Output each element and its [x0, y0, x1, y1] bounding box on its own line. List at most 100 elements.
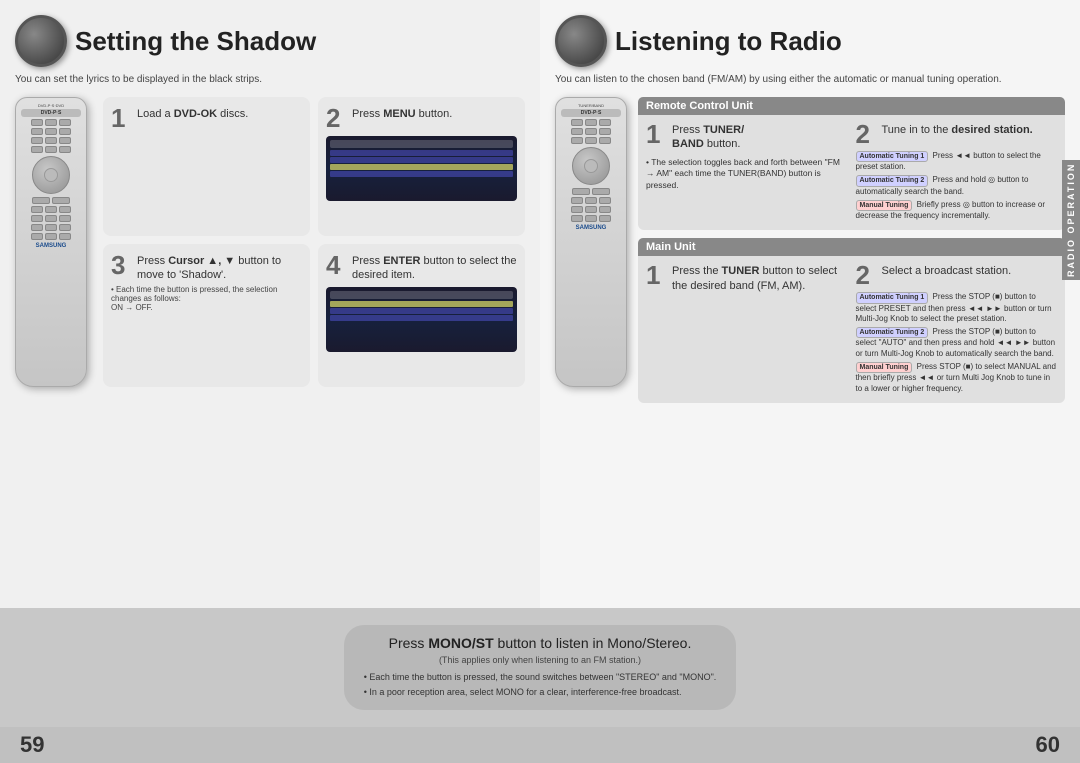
section-icon-left: [15, 15, 67, 67]
rd-btn-row-2: [21, 128, 81, 135]
rcu-step1-area: 1 Press TUNER/BAND button. The selection…: [646, 121, 848, 224]
samsung-logo: SAMSUNG: [21, 243, 81, 249]
left-steps-area: 1 Load a DVD-OK discs. 2 Press MENU butt…: [103, 97, 525, 387]
rd-btn-row-6: [21, 206, 81, 213]
main-manual-label: Manual Tuning: [856, 362, 913, 373]
samsung-logo-r: SAMSUNG: [561, 225, 621, 231]
mono-bullet-1: Each time the button is pressed, the sou…: [364, 671, 717, 684]
mu-step2-area: 2 Select a broadcast station. Automatic …: [856, 262, 1058, 397]
menu-bar-1: [330, 140, 513, 148]
section-subtitle-right: You can listen to the chosen band (FM/AM…: [555, 73, 1065, 87]
rd-btn-17: [59, 206, 71, 213]
rd-btn-14: [52, 197, 70, 204]
rd-r-btn-4: [571, 128, 583, 135]
rd-btn-23: [59, 224, 71, 231]
rd-r-btn-17: [599, 206, 611, 213]
step1-label: Load a DVD-OK discs.: [137, 107, 248, 121]
rd-btn-24: [31, 233, 43, 240]
rd-btn-8: [45, 137, 57, 144]
rd-btn-10: [31, 146, 43, 153]
radio-operation-sidebar: RADIO OPERATION: [1062, 160, 1080, 280]
main-auto2-label: Automatic Tuning 2: [856, 327, 929, 338]
rcu-step2-area: 2 Tune in to the desired station. Automa…: [856, 121, 1058, 224]
rd-r-nav-circle: [572, 147, 610, 185]
rd-r-btn-18: [571, 215, 583, 222]
rcu-step1-label: Press TUNER/BAND button.: [672, 123, 744, 152]
rcu-step1-num: 1: [646, 121, 668, 147]
main-auto1: Automatic Tuning 1 Press the STOP (■) bu…: [856, 292, 1058, 324]
bottom-section: Press MONO/ST button to listen in Mono/S…: [0, 608, 1080, 763]
left-step-3: 3 Press Cursor ▲, ▼ button to move to 'S…: [103, 244, 310, 387]
rcu-bullet: The selection toggles back and forth bet…: [646, 157, 848, 193]
step1-inline: 1 Load a DVD-OK discs.: [111, 105, 302, 131]
main-manual: Manual Tuning Press STOP (■) to select M…: [856, 362, 1058, 394]
menu-item-1: [330, 150, 513, 156]
rd-r-btn-14: [599, 197, 611, 204]
rd-btn-row-7: [21, 215, 81, 222]
main-unit-panel: Main Unit 1 Press the TUNER button to se…: [638, 238, 1065, 403]
page-number-left: 59: [20, 732, 44, 758]
rd-nav-circle: [32, 156, 70, 194]
remote-unit-content: 1 Press TUNER/BAND button. The selection…: [638, 115, 1065, 230]
left-remote-container: DVD-P·S·DVD DVD-P·S: [15, 97, 95, 387]
manual-label: Manual Tuning: [856, 200, 913, 211]
step3-label: Press Cursor ▲, ▼ button to move to 'Sha…: [137, 254, 302, 283]
left-step-1: 1 Load a DVD-OK discs.: [103, 97, 310, 236]
rd-btn-20: [59, 215, 71, 222]
mu-step1-num: 1: [646, 262, 668, 288]
rd-btn-5: [45, 128, 57, 135]
rd-btn-7: [31, 137, 43, 144]
rd-dvd-logo: DVD-P·S: [21, 109, 81, 117]
step1-number: 1: [111, 105, 133, 131]
mu-step2-num: 2: [856, 262, 878, 288]
step4-screen: [326, 287, 517, 352]
rd-r-btn-15: [571, 206, 583, 213]
rd-btn-1: [31, 119, 43, 126]
step4-inline: 4 Press ENTER button to select the desir…: [326, 252, 517, 283]
mono-bullet-2: In a poor reception area, select MONO fo…: [364, 686, 717, 699]
mu-step1: 1 Press the TUNER button to select the d…: [646, 262, 848, 293]
step4-number: 4: [326, 252, 348, 278]
section-title-right: Listening to Radio: [615, 26, 842, 57]
mono-st-prefix: Press: [389, 635, 429, 651]
rcu-step2-label: Tune in to the desired station.: [882, 123, 1033, 137]
rd-r-btn-2: [585, 119, 597, 126]
auto-tuning-2: Automatic Tuning 2 Press and hold ◎ butt…: [856, 175, 1058, 196]
menu-item-7: [330, 315, 513, 321]
step2-screen-mockup: [326, 136, 517, 201]
rd-btn-9: [59, 137, 71, 144]
radio-op-text: RADIO OPERATION: [1066, 163, 1076, 277]
rd-r-row6: [561, 206, 621, 213]
rd-r-btn-20: [599, 215, 611, 222]
mu-step1-area: 1 Press the TUNER button to select the d…: [646, 262, 848, 397]
rd-btn-25: [45, 233, 57, 240]
section-subtitle-left: You can set the lyrics to be displayed i…: [15, 73, 525, 87]
step3-number: 3: [111, 252, 133, 278]
rd-btn-26: [59, 233, 71, 240]
menu-item-4: [330, 171, 513, 177]
step3-inline: 3 Press Cursor ▲, ▼ button to move to 'S…: [111, 252, 302, 283]
rd-btn-12: [59, 146, 71, 153]
section-header-right: Listening to Radio: [555, 15, 1065, 67]
rd-r-btn-1: [571, 119, 583, 126]
menu-item-2: [330, 157, 513, 163]
rd-btn-row-1: [21, 119, 81, 126]
rd-btn-18: [31, 215, 43, 222]
section-header-left: Setting the Shadow: [15, 15, 525, 67]
menu-item-5-active: [330, 301, 513, 307]
rd-btn-2: [45, 119, 57, 126]
rcu-step2-num: 2: [856, 121, 878, 147]
rd-r-btn-12: [571, 197, 583, 204]
mu-step2-label: Select a broadcast station.: [882, 264, 1012, 278]
main-auto1-label: Automatic Tuning 1: [856, 292, 929, 303]
step2-inline: 2 Press MENU button.: [326, 105, 517, 131]
radio-content: TUNER/BAND DVD-P·S: [555, 97, 1065, 411]
rd-top-label-r: TUNER/BAND: [561, 103, 621, 108]
step4-label: Press ENTER button to select the desired…: [352, 254, 517, 283]
rd-r-row1: [561, 119, 621, 126]
rd-btn-row-8: [21, 224, 81, 231]
remote-control-unit-panel: Remote Control Unit 1 Press TUNER/BAND b…: [638, 97, 1065, 230]
left-panel: Setting the Shadow You can set the lyric…: [0, 0, 540, 608]
mono-st-box: Press MONO/ST button to listen in Mono/S…: [344, 625, 737, 710]
rd-btn-13: [32, 197, 50, 204]
